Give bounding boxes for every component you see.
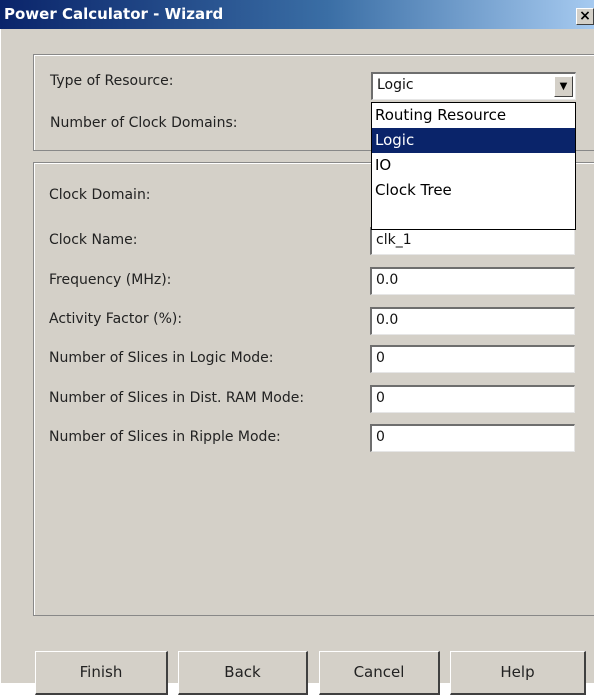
- clock-domains-label: Number of Clock Domains:: [50, 115, 238, 131]
- slices-ripple-input[interactable]: 0: [370, 424, 575, 452]
- activity-factor-input[interactable]: 0.0: [370, 307, 575, 335]
- chevron-down-icon[interactable]: ▼: [554, 76, 573, 97]
- dropdown-option-routing-resource[interactable]: Routing Resource: [372, 103, 575, 128]
- close-icon[interactable]: ×: [576, 8, 594, 25]
- clock-domain-label: Clock Domain:: [49, 187, 151, 203]
- type-of-resource-select[interactable]: Logic ▼: [371, 72, 576, 100]
- slices-logic-label: Number of Slices in Logic Mode:: [49, 350, 274, 366]
- power-calculator-wizard-window: Power Calculator - Wizard × Type of Reso…: [0, 0, 594, 695]
- back-button[interactable]: Back: [178, 651, 308, 695]
- window-title: Power Calculator - Wizard: [4, 5, 224, 23]
- frequency-input[interactable]: 0.0: [370, 267, 575, 295]
- dropdown-option-io[interactable]: IO: [372, 153, 575, 178]
- title-bar: Power Calculator - Wizard ×: [0, 0, 594, 29]
- slices-ram-input[interactable]: 0: [370, 385, 575, 413]
- help-button[interactable]: Help: [450, 651, 586, 695]
- clock-name-label: Clock Name:: [49, 232, 138, 248]
- dropdown-option-clock-tree[interactable]: Clock Tree: [372, 178, 575, 203]
- finish-button[interactable]: Finish: [35, 651, 168, 695]
- type-of-resource-value: Logic: [377, 77, 414, 93]
- type-of-resource-label: Type of Resource:: [50, 73, 174, 89]
- slices-ram-label: Number of Slices in Dist. RAM Mode:: [49, 390, 305, 406]
- slices-logic-input[interactable]: 0: [370, 345, 575, 373]
- resource-type-dropdown-list: Routing Resource Logic IO Clock Tree: [371, 102, 576, 230]
- clock-name-input[interactable]: clk_1: [370, 227, 575, 255]
- activity-factor-label: Activity Factor (%):: [49, 311, 183, 327]
- slices-ripple-label: Number of Slices in Ripple Mode:: [49, 429, 281, 445]
- wizard-body: Type of Resource: Logic ▼ Number of Cloc…: [0, 29, 594, 695]
- cancel-button[interactable]: Cancel: [319, 651, 440, 695]
- dropdown-option-logic[interactable]: Logic: [372, 128, 575, 153]
- frequency-label: Frequency (MHz):: [49, 272, 172, 288]
